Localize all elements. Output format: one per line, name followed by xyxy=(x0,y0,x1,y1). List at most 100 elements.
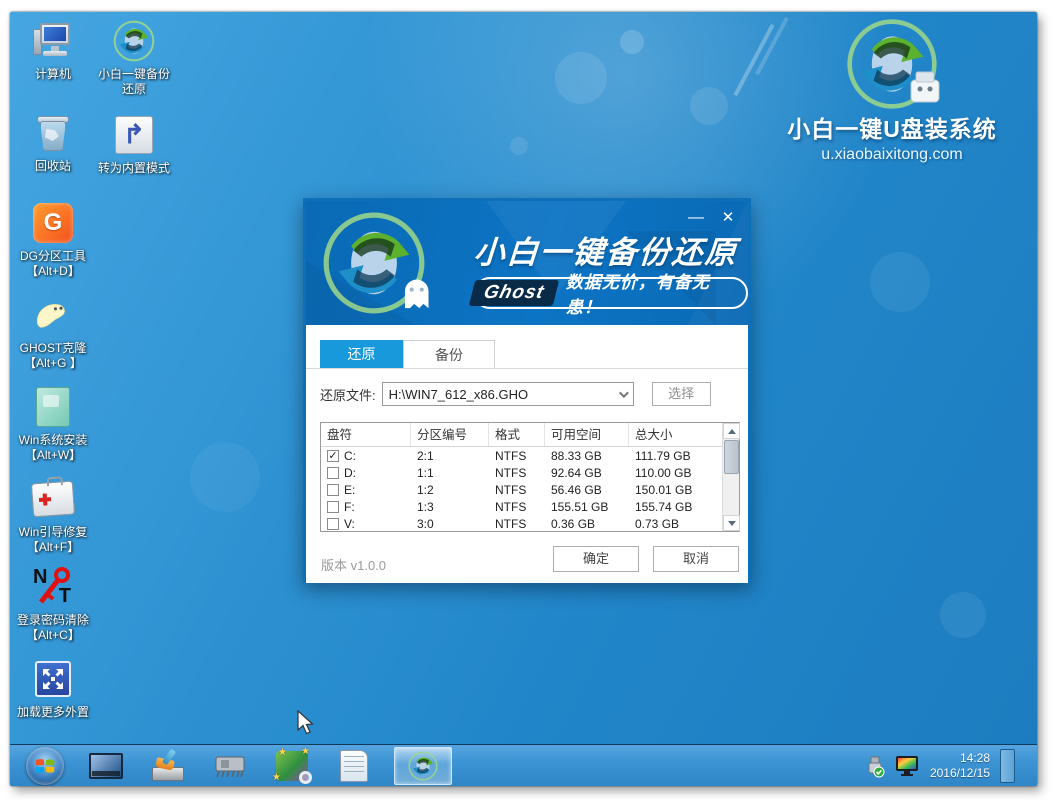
dialog-logo xyxy=(322,211,426,320)
cell-total: 111.79 GB xyxy=(629,449,715,463)
ok-button[interactable]: 确定 xyxy=(553,546,639,572)
table-scrollbar[interactable] xyxy=(722,423,739,531)
brand-title: 小白一键U盘装系统 xyxy=(777,110,1007,144)
cell-drive: C: xyxy=(344,449,356,463)
partition-table-header: 盘符 分区编号 格式 可用空间 总大小 xyxy=(321,423,739,447)
boot-repair-icon xyxy=(30,476,76,522)
wallpaper-bokeh xyxy=(555,52,607,104)
table-row[interactable]: F:1:3NTFS155.51 GB155.74 GB xyxy=(321,498,722,515)
desktop-icon-computer[interactable]: 计算机 xyxy=(10,18,96,82)
diskgenius-icon: G xyxy=(30,200,76,246)
column-header-format: 格式 xyxy=(489,423,545,446)
cell-total: 0.73 GB xyxy=(629,517,715,531)
desktop-icon-boot-repair[interactable]: Win引导修复【Alt+F】 xyxy=(10,476,96,555)
scrollbar-thumb[interactable] xyxy=(724,440,739,474)
select-file-button[interactable]: 选择 xyxy=(652,382,711,406)
close-button[interactable]: ✕ xyxy=(716,207,740,229)
desktop-icon-backup-restore[interactable]: 小白一键备份还原 xyxy=(86,18,182,97)
taskbar-disk-cleanup-button[interactable] xyxy=(148,747,188,785)
tab-separator xyxy=(306,368,748,369)
dialog-body: 还原 备份 还原文件: H:\WIN7_612_x86.GHO 选择 盘符 分区… xyxy=(306,325,748,583)
wallpaper-bokeh xyxy=(940,592,986,638)
usb-device-icon[interactable] xyxy=(864,754,886,778)
cell-free: 88.33 GB xyxy=(545,449,629,463)
desktop-icon-load-more[interactable]: 加载更多外置 xyxy=(10,656,96,720)
cancel-button[interactable]: 取消 xyxy=(653,546,739,572)
desktop-icon-label: Win系统安装 xyxy=(19,433,88,447)
restore-file-row: 还原文件: H:\WIN7_612_x86.GHO 选择 xyxy=(320,382,740,406)
start-button[interactable] xyxy=(26,747,64,785)
cell-total: 150.01 GB xyxy=(629,483,715,497)
nt-password-icon: NT xyxy=(30,564,76,610)
cell-partition: 1:2 xyxy=(411,483,489,497)
shortcut-arrow-icon: ↱ xyxy=(111,112,157,158)
scroll-up-arrow-icon[interactable] xyxy=(723,423,740,439)
row-checkbox[interactable] xyxy=(327,467,339,479)
desktop-icon-dg-partition[interactable]: G DG分区工具【Alt+D】 xyxy=(10,200,96,279)
row-checkbox[interactable]: ✓ xyxy=(327,450,339,462)
desktop-icon-label: 登录密码清除 xyxy=(17,613,89,627)
column-header-partition: 分区编号 xyxy=(411,423,489,446)
image-tool-icon: ★★★ xyxy=(276,751,308,781)
table-row[interactable]: V:3:0NTFS0.36 GB0.73 GB xyxy=(321,515,722,531)
ghost-slogan-badge: Ghost 数据无价，有备无患！ xyxy=(474,277,748,309)
usb-drive-icon xyxy=(905,70,945,104)
taskbar-clock[interactable]: 14:28 2016/12/15 xyxy=(930,751,990,781)
wallpaper-bokeh xyxy=(620,30,644,54)
mouse-cursor xyxy=(295,710,317,736)
computer-icon xyxy=(30,18,76,64)
ghost-chip: Ghost xyxy=(469,280,559,306)
desktop-icon-password-clear[interactable]: NT 登录密码清除【Alt+C】 xyxy=(10,564,96,643)
table-row[interactable]: E:1:2NTFS56.46 GB150.01 GB xyxy=(321,481,722,498)
desktop-icon-label: GHOST克隆 xyxy=(20,341,87,355)
row-checkbox[interactable] xyxy=(327,501,339,513)
taskbar-notepad-button[interactable] xyxy=(334,747,374,785)
table-row[interactable]: D:1:1NTFS92.64 GB110.00 GB xyxy=(321,464,722,481)
show-desktop-button[interactable] xyxy=(1000,749,1015,783)
partition-table-body: ✓C:2:1NTFS88.33 GB111.79 GBD:1:1NTFS92.6… xyxy=(321,447,722,531)
memory-chip-icon xyxy=(212,753,248,779)
desktop-icon-sublabel: 【Alt+W】 xyxy=(25,448,81,462)
taskbar-memory-tool-button[interactable] xyxy=(210,747,250,785)
wallpaper-bokeh xyxy=(870,252,930,312)
desktop-icon-builtin-mode[interactable]: ↱ 转为内置模式 xyxy=(86,112,182,176)
desktop-icon-label: 加载更多外置 xyxy=(17,705,89,720)
cell-drive: E: xyxy=(344,483,355,497)
desktop-icon-label: Win引导修复 xyxy=(19,525,88,539)
scroll-down-arrow-icon[interactable] xyxy=(723,515,740,531)
cell-format: NTFS xyxy=(489,449,545,463)
row-checkbox[interactable] xyxy=(327,518,339,530)
clock-date: 2016/12/15 xyxy=(930,766,990,781)
cell-format: NTFS xyxy=(489,466,545,480)
desktop-icon-recycle-bin[interactable]: 回收站 xyxy=(10,110,96,174)
minimize-button[interactable]: — xyxy=(684,207,708,229)
taskbar-screen-capture-button[interactable] xyxy=(86,747,126,785)
chevron-down-icon xyxy=(619,388,629,398)
cell-partition: 3:0 xyxy=(411,517,489,531)
table-row[interactable]: ✓C:2:1NTFS88.33 GB111.79 GB xyxy=(321,447,722,464)
tab-backup[interactable]: 备份 xyxy=(403,340,495,368)
desktop-icon-sublabel: 【Alt+F】 xyxy=(27,540,79,554)
column-header-total-size: 总大小 xyxy=(629,423,715,446)
taskbar-backup-app-button[interactable] xyxy=(394,747,452,785)
dialog-title: 小白一键备份还原 xyxy=(472,227,739,272)
backup-restore-icon xyxy=(111,18,157,64)
row-checkbox[interactable] xyxy=(327,484,339,496)
cell-free: 155.51 GB xyxy=(545,500,629,514)
desktop-icon-label: 回收站 xyxy=(35,159,71,174)
restore-file-combobox[interactable]: H:\WIN7_612_x86.GHO xyxy=(382,382,634,406)
clock-time: 14:28 xyxy=(930,751,990,766)
desktop-icon-label: DG分区工具 xyxy=(20,249,86,263)
tab-restore[interactable]: 还原 xyxy=(320,340,403,368)
backup-restore-icon xyxy=(408,751,438,781)
taskbar-image-tool-button[interactable]: ★★★ xyxy=(272,747,312,785)
desktop-icon-ghost-clone[interactable]: GHOST克隆【Alt+G 】 xyxy=(10,292,96,371)
restore-file-label: 还原文件: xyxy=(320,385,376,404)
slogan-text: 数据无价，有备无患！ xyxy=(566,268,732,318)
system-tray: 14:28 2016/12/15 xyxy=(864,745,1015,786)
display-settings-icon[interactable] xyxy=(894,754,920,778)
desktop-icon-sublabel: 【Alt+D】 xyxy=(26,264,80,278)
desktop-icon-win-setup[interactable]: Win系统安装【Alt+W】 xyxy=(10,384,96,463)
wallpaper-bokeh xyxy=(690,87,728,125)
wallpaper-bokeh xyxy=(510,137,528,155)
